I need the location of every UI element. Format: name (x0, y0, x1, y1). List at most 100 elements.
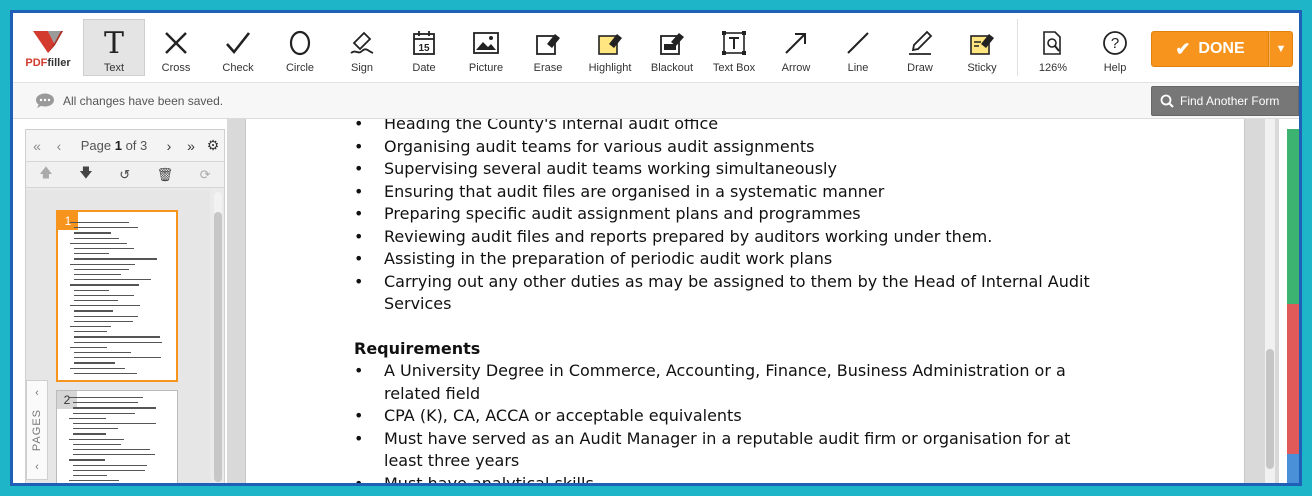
help-icon: ? (1102, 28, 1128, 58)
document-viewport: Heading the County's internal audit offi… (227, 119, 1279, 483)
thumbnail-text-line (70, 346, 108, 348)
thumbnail-text-line (73, 423, 157, 425)
gear-icon[interactable]: ⚙ (202, 137, 224, 154)
move-up-icon[interactable]: 🡅 (39, 164, 52, 186)
tool-line[interactable]: Line (827, 13, 889, 82)
thumbnail-text-line (74, 268, 129, 270)
next-page-icon[interactable]: › (158, 138, 180, 154)
tool-erase[interactable]: Erase (517, 13, 579, 82)
list-item: Preparing specific audit assignment plan… (354, 203, 1154, 226)
thumbnail-text-line (74, 232, 111, 234)
pages-tab[interactable]: ‹ PAGES ‹ (26, 380, 48, 480)
thumbnail-text-line (70, 305, 141, 307)
window-frame: PDFfiller T Text Cross Check Circle Sign… (10, 10, 1302, 486)
collapse-left-icon[interactable]: ‹ (35, 387, 39, 399)
thumbnail-text-line (74, 248, 135, 250)
thumbnail-text-line (73, 433, 107, 435)
last-page-icon[interactable]: » (180, 138, 202, 154)
thumbnail-text-line (70, 242, 127, 244)
toolbar-separator (1017, 19, 1018, 76)
requirements-heading: Requirements (354, 338, 481, 358)
thumbnail-text-line (74, 258, 157, 260)
sign-icon (348, 28, 376, 58)
trash-icon[interactable]: 🗑 (157, 167, 174, 183)
status-bar: All changes have been saved. Find Anothe… (13, 83, 1299, 119)
list-item: Must have analytical skills (354, 473, 1114, 484)
zoom-button[interactable]: 126% (1022, 13, 1084, 82)
thumbnail-text-line (74, 320, 134, 322)
tool-date[interactable]: 15 Date (393, 13, 455, 82)
thumbnail-text-line (74, 274, 122, 276)
document-scrollbar[interactable] (1265, 119, 1275, 483)
tool-textbox[interactable]: Text Box (703, 13, 765, 82)
tool-draw[interactable]: Draw (889, 13, 951, 82)
document-content: Heading the County's internal audit offi… (354, 119, 1154, 483)
thumbnail-text-line (73, 407, 157, 409)
list-item: Supervising several audit teams working … (354, 158, 1154, 181)
thumbnail-scrollbar[interactable] (214, 192, 222, 482)
tool-sign[interactable]: Sign (331, 13, 393, 82)
page-tools: 🡅 🡇 ↺ 🗑 ⟳ (26, 162, 224, 188)
thumbnail-text-line (74, 341, 163, 343)
strip-segment-red[interactable] (1287, 304, 1299, 454)
thumbnail-text-line (69, 480, 119, 482)
thumbnail-text-line (74, 237, 119, 239)
svg-text:15: 15 (418, 43, 430, 54)
cross-icon (163, 28, 189, 58)
list-item: Reviewing audit files and reports prepar… (354, 226, 1154, 249)
tool-text[interactable]: T Text (83, 19, 145, 76)
thumbnail-text-line (70, 284, 140, 286)
highlighter-icon (597, 28, 623, 58)
strip-segment-blue[interactable] (1287, 454, 1299, 483)
done-button-group: ✔ DONE ▼ (1151, 31, 1293, 67)
tool-arrow[interactable]: Arrow (765, 13, 827, 82)
side-color-strip (1279, 119, 1299, 483)
thumbnail-text-line (70, 367, 126, 369)
tool-highlight[interactable]: Highlight (579, 13, 641, 82)
refresh-icon[interactable]: ⟳ (200, 167, 211, 183)
list-item: Heading the County's internal audit offi… (354, 119, 1154, 136)
document-page[interactable]: Heading the County's internal audit offi… (245, 119, 1245, 483)
strip-segment-green[interactable] (1287, 129, 1299, 304)
logo-mark-icon (33, 30, 63, 53)
tool-picture[interactable]: Picture (455, 13, 517, 82)
thumbnail-text-line (69, 397, 143, 399)
prev-page-icon[interactable]: ‹ (48, 138, 70, 154)
page-thumbnail-2[interactable]: 2 (56, 390, 178, 483)
check-icon (224, 28, 252, 58)
rotate-icon[interactable]: ↺ (119, 167, 130, 183)
help-button[interactable]: ? Help (1084, 13, 1146, 82)
pages-panel: « ‹ Page 1 of 3 › » ⚙ 🡅 🡇 ↺ 🗑 ⟳ 1 2 ‹ PA… (25, 129, 225, 483)
thumbnail-text-line (73, 443, 122, 445)
first-page-icon[interactable]: « (26, 138, 48, 154)
tool-cross[interactable]: Cross (145, 13, 207, 82)
page-thumbnail-1[interactable]: 1 (56, 210, 178, 382)
find-another-form-button[interactable]: Find Another Form (1151, 86, 1299, 116)
document-scrollbar-thumb[interactable] (1266, 349, 1274, 469)
tool-blackout[interactable]: Blackout (641, 13, 703, 82)
thumbnail-text-line (70, 222, 130, 224)
done-button[interactable]: ✔ DONE (1151, 31, 1269, 67)
done-dropdown-caret-icon[interactable]: ▼ (1269, 31, 1293, 67)
thumbnail-text-line (73, 412, 136, 414)
thumbnail-text-line (69, 438, 124, 440)
calendar-icon: 15 (412, 28, 436, 58)
pdffiller-logo[interactable]: PDFfiller (13, 13, 83, 82)
list-item: Ensuring that audit files are organised … (354, 181, 1154, 204)
thumbnail-text-line (70, 263, 136, 265)
thumbnail-text-line (74, 357, 162, 359)
logo-text: PDFfiller (25, 56, 71, 69)
thumbnail-scrollbar-thumb[interactable] (214, 212, 222, 482)
tool-sticky[interactable]: Sticky (951, 13, 1013, 82)
page-indicator: Page 1 of 3 (80, 138, 148, 153)
thumbnail-text-line (74, 227, 138, 229)
tool-circle[interactable]: Circle (269, 13, 331, 82)
thumbnail-text-line (73, 449, 151, 451)
line-icon (845, 28, 871, 58)
move-down-icon[interactable]: 🡇 (79, 164, 92, 186)
list-item: Assisting in the preparation of periodic… (354, 248, 1154, 271)
thumbnail-list: 1 2 (26, 190, 210, 483)
tool-check[interactable]: Check (207, 13, 269, 82)
collapse-left-icon-2[interactable]: ‹ (35, 461, 39, 473)
svg-text:?: ? (1111, 35, 1119, 52)
